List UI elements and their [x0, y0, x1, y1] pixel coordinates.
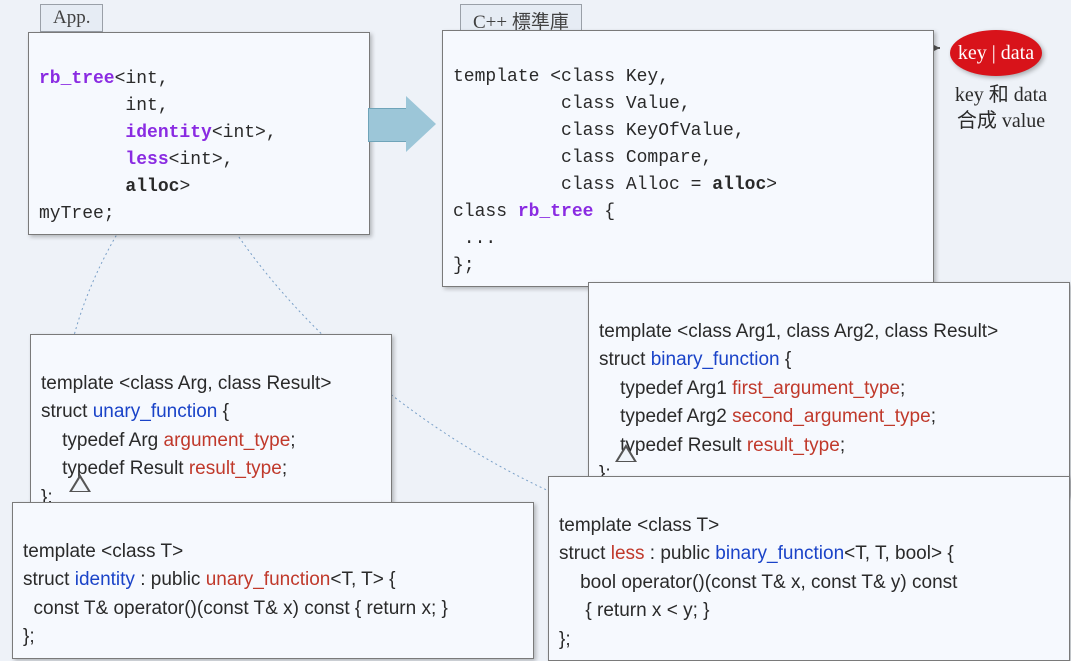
- label-app: App.: [40, 4, 103, 32]
- identity-box: template <class T> struct identity : pub…: [12, 502, 534, 659]
- binary-function-box: template <class Arg1, class Arg2, class …: [588, 282, 1070, 496]
- inherit-triangle-binary: [615, 444, 637, 462]
- inherit-triangle-unary: [69, 474, 91, 492]
- key-data-note: key 和 data合成 value: [946, 82, 1056, 134]
- key-data-ellipse: key | data: [950, 30, 1042, 76]
- less-box: template <class T> struct less : public …: [548, 476, 1070, 661]
- app-code-box: rb_tree<int, int, identity<int>, less<in…: [28, 32, 370, 235]
- stdlib-code-box: template <class Key, class Value, class …: [442, 30, 934, 287]
